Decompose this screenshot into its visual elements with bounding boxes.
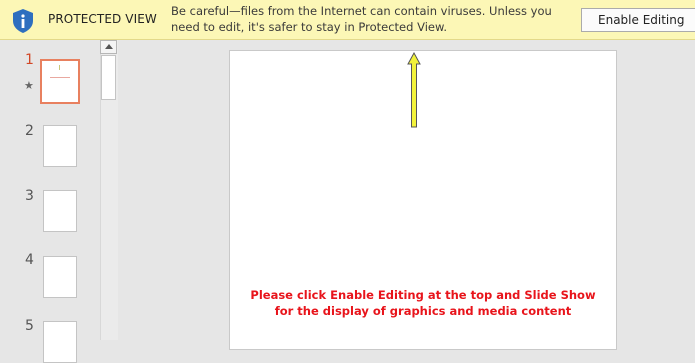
slide-thumbnail-2[interactable] — [43, 125, 77, 167]
slide-number-4: 4 — [25, 252, 34, 268]
enable-editing-button[interactable]: Enable Editing — [581, 8, 695, 32]
slide-number-2: 2 — [25, 123, 34, 139]
chevron-up-icon — [105, 44, 113, 49]
up-arrow-icon — [407, 52, 421, 128]
protected-view-message: Be careful—files from the Internet can c… — [171, 3, 571, 35]
slide-number-1: 1 — [25, 52, 34, 68]
slide-thumbnail-4[interactable] — [43, 256, 77, 298]
shield-info-icon — [13, 9, 33, 33]
slide-thumbnail-1[interactable] — [40, 59, 80, 104]
scroll-up-button[interactable] — [100, 40, 117, 54]
protected-view-bar: PROTECTED VIEW Be careful—files from the… — [0, 0, 695, 40]
slide-thumbnail-5[interactable] — [43, 321, 77, 363]
slide-number-5: 5 — [25, 318, 34, 334]
thumbnail-arrow-mark — [59, 65, 60, 70]
slide-instruction-line1: Please click Enable Editing at the top a… — [250, 288, 596, 302]
transition-star-icon: ★ — [24, 79, 34, 92]
scrollbar-thumb[interactable] — [101, 55, 116, 100]
protected-view-message-line1: Be careful—files from the Internet can c… — [171, 4, 552, 18]
slide-thumbnail-3[interactable] — [43, 190, 77, 232]
slide-instruction-line2: for the display of graphics and media co… — [274, 304, 572, 318]
slide-number-3: 3 — [25, 188, 34, 204]
protected-view-title: PROTECTED VIEW — [48, 12, 157, 26]
protected-view-message-line2: need to edit, it's safer to stay in Prot… — [171, 20, 447, 34]
thumbnail-text-mark — [50, 77, 70, 78]
slide-instruction-text: Please click Enable Editing at the top a… — [229, 287, 617, 319]
